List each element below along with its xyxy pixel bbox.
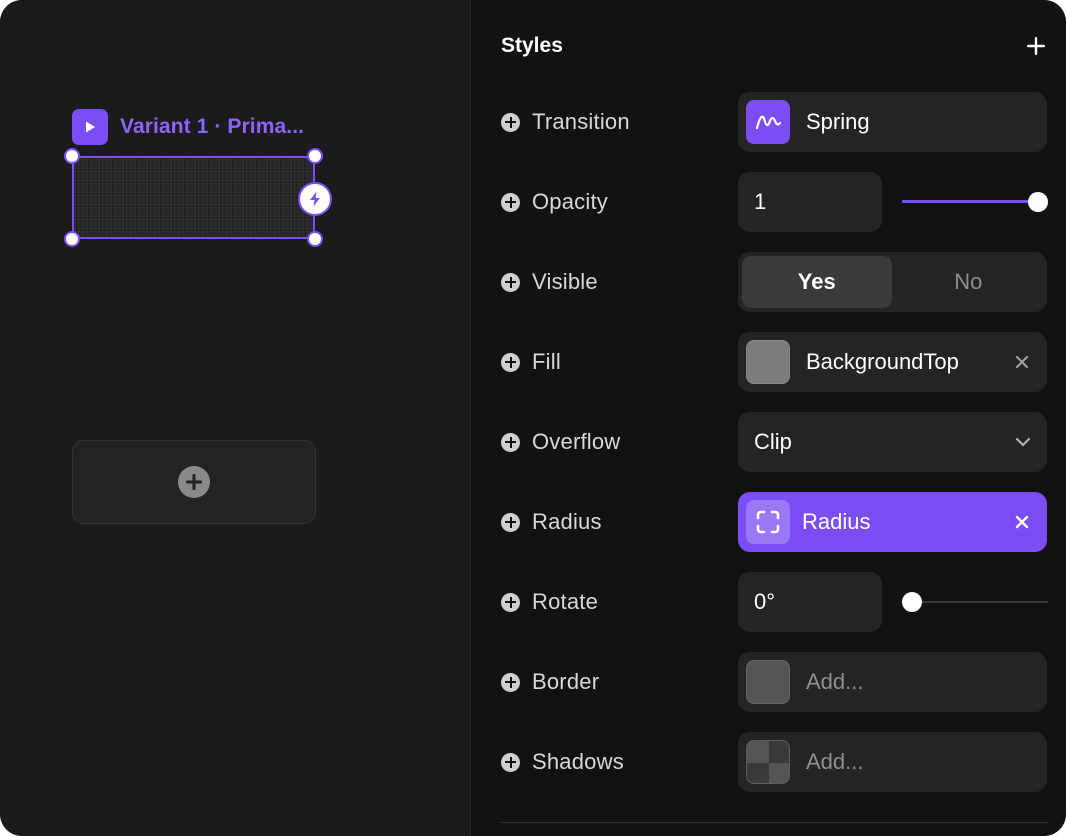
plus-circle-icon [501, 272, 520, 292]
transition-value: Spring [806, 109, 870, 134]
app-window: Variant 1 · Prima... Styles Transition S… [0, 0, 1066, 836]
plus-circle-icon [501, 592, 520, 612]
radius-corners-icon [746, 500, 790, 544]
opacity-value: 1 [754, 189, 767, 214]
border-color-swatch[interactable] [746, 660, 790, 704]
radius-label[interactable]: Radius [501, 509, 738, 535]
add-style-button[interactable] [1024, 34, 1048, 58]
row-opacity: Opacity 1 [501, 172, 1048, 232]
selected-frame[interactable] [64, 148, 332, 247]
radius-value: Radius [802, 509, 871, 534]
slider-thumb[interactable] [902, 592, 922, 612]
row-visible: Visible Yes No [501, 252, 1048, 312]
visible-yes-option[interactable]: Yes [742, 256, 892, 308]
rotate-label[interactable]: Rotate [501, 589, 738, 615]
plus-circle-icon [501, 192, 520, 212]
opacity-input[interactable]: 1 [738, 172, 882, 232]
slider-fill [902, 200, 1048, 203]
row-overflow: Overflow Clip [501, 412, 1048, 472]
variant-title[interactable]: Variant 1 · Prima... [120, 115, 304, 139]
plus-icon [1027, 37, 1045, 55]
rotate-value: 0° [754, 589, 776, 614]
plus-circle-icon [501, 352, 520, 372]
overflow-select[interactable]: Clip [738, 412, 1047, 472]
rotate-slider[interactable] [902, 590, 1048, 614]
plus-circle-icon [501, 672, 520, 692]
slider-thumb[interactable] [1028, 192, 1048, 212]
add-variant-button[interactable] [72, 440, 316, 524]
transition-field[interactable]: Spring [738, 92, 1047, 152]
border-field[interactable]: Add... [738, 652, 1047, 712]
variant-label[interactable]: Variant 1 · Prima... [72, 109, 304, 145]
border-placeholder: Add... [806, 669, 864, 694]
plus-circle-icon [501, 752, 520, 772]
slider-track [902, 601, 1048, 603]
remove-fill-button[interactable] [1013, 353, 1031, 371]
visible-no-option[interactable]: No [894, 256, 1044, 308]
resize-handle-top-right[interactable] [307, 148, 323, 164]
opacity-label[interactable]: Opacity [501, 189, 738, 215]
plus-circle-icon [501, 112, 520, 132]
divider [501, 822, 1048, 823]
fill-value: BackgroundTop [806, 349, 959, 374]
overflow-value: Clip [754, 429, 792, 454]
radius-token-field[interactable]: Radius [738, 492, 1047, 552]
transition-label[interactable]: Transition [501, 109, 738, 135]
plus-icon [178, 466, 210, 498]
resize-handle-top-left[interactable] [64, 148, 80, 164]
remove-radius-button[interactable] [1013, 513, 1031, 531]
chevron-down-icon [1015, 437, 1031, 447]
plus-circle-icon [501, 512, 520, 532]
fill-color-swatch[interactable] [746, 340, 790, 384]
plus-circle-icon [501, 432, 520, 452]
border-label[interactable]: Border [501, 669, 738, 695]
lightning-bolt-icon[interactable] [298, 182, 332, 216]
visible-label[interactable]: Visible [501, 269, 738, 295]
panel-header: Styles [501, 28, 1048, 64]
rotate-input[interactable]: 0° [738, 572, 882, 632]
opacity-slider[interactable] [902, 190, 1048, 214]
shadows-label[interactable]: Shadows [501, 749, 738, 775]
row-fill: Fill BackgroundTop [501, 332, 1048, 392]
spring-curve-icon [746, 100, 790, 144]
row-radius: Radius Radius [501, 492, 1048, 552]
fill-label[interactable]: Fill [501, 349, 738, 375]
row-rotate: Rotate 0° [501, 572, 1048, 632]
resize-handle-bottom-right[interactable] [307, 231, 323, 247]
row-shadows: Shadows Add... [501, 732, 1048, 792]
row-transition: Transition Spring [501, 92, 1048, 152]
row-border: Border Add... [501, 652, 1048, 712]
canvas[interactable]: Variant 1 · Prima... [0, 0, 471, 836]
shadows-placeholder: Add... [806, 749, 864, 774]
panel-title: Styles [501, 34, 563, 57]
play-icon[interactable] [72, 109, 108, 145]
styles-panel: Styles Transition Spring Opacity 1 Visib… [471, 0, 1066, 836]
visible-toggle: Yes No [738, 252, 1047, 312]
fill-field[interactable]: BackgroundTop [738, 332, 1047, 392]
close-icon [1015, 355, 1029, 369]
overflow-label[interactable]: Overflow [501, 429, 738, 455]
resize-handle-bottom-left[interactable] [64, 231, 80, 247]
shadow-swatch[interactable] [746, 740, 790, 784]
shadows-field[interactable]: Add... [738, 732, 1047, 792]
close-icon [1015, 515, 1029, 529]
